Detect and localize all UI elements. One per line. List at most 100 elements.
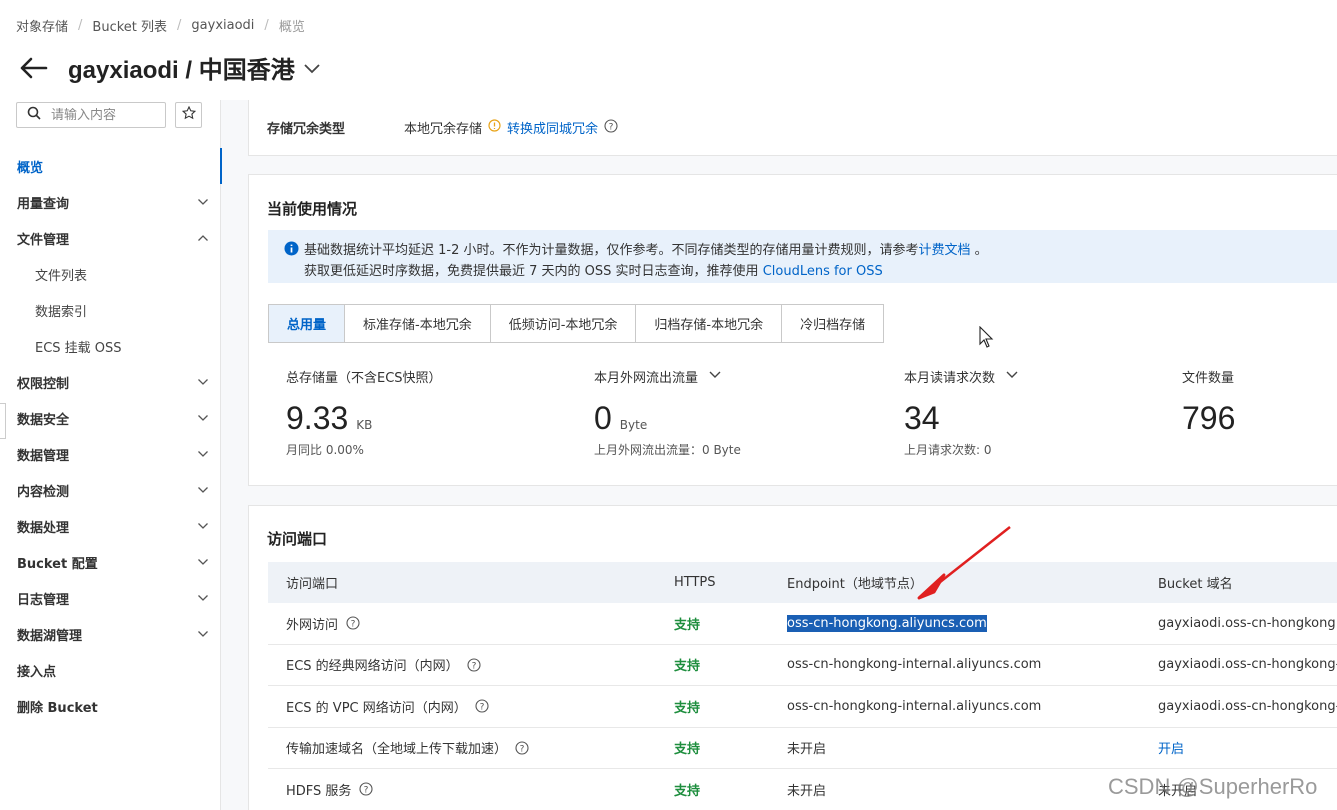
- top-bar: 对象存储 / Bucket 列表 / gayxiaodi / 概览 gayxia…: [0, 0, 1337, 100]
- sidebar-search[interactable]: [16, 102, 166, 128]
- sidebar-item[interactable]: 删除 Bucket: [0, 688, 221, 724]
- endpoint-value[interactable]: oss-cn-hongkong-internal.aliyuncs.com: [787, 657, 1041, 672]
- sidebar-item[interactable]: 用量查询: [0, 184, 221, 220]
- endpoint-value[interactable]: oss-cn-hongkong.aliyuncs.com: [787, 614, 987, 632]
- stat-sub: 月同比 0.00%: [286, 443, 364, 457]
- search-input[interactable]: [51, 107, 151, 123]
- bucket-domain-cell: gayxiaodi.oss-cn-hongkong.ali: [1158, 615, 1337, 631]
- sidebar-item[interactable]: 文件列表: [0, 256, 221, 292]
- https-support-cell: 支持: [674, 700, 701, 716]
- tab-total[interactable]: 总用量: [269, 305, 346, 342]
- endpoints-title: 访问端口: [267, 530, 328, 548]
- table-row: ECS 的 VPC 网络访问（内网）? 支持 oss-cn-hongkong-int…: [268, 686, 1337, 728]
- stat-sub: 上月请求次数: 0: [904, 443, 992, 457]
- chevron-down-icon: [197, 630, 209, 638]
- stat-value-row: 34: [904, 400, 1019, 437]
- sidebar-item-label: 接入点: [17, 664, 57, 680]
- stat-value: 34: [904, 400, 940, 436]
- breadcrumb-item-current: 概览: [278, 20, 305, 35]
- sidebar-item[interactable]: 内容检测: [0, 472, 221, 508]
- help-icon[interactable]: ?: [346, 616, 360, 630]
- svg-text:?: ?: [364, 786, 369, 796]
- endpoint-cell[interactable]: 未开启: [770, 780, 1141, 799]
- chevron-down-icon[interactable]: [303, 62, 321, 74]
- column-header: Bucket 域名: [1158, 577, 1233, 592]
- endpoint-cell[interactable]: 未开启: [770, 738, 1141, 757]
- stat-label: 总存储量（不含ECS快照）: [286, 371, 442, 386]
- https-support-cell: 支持: [674, 742, 701, 758]
- breadcrumb-item-oss[interactable]: 对象存储: [16, 16, 68, 35]
- redundancy-value-row: 本地冗余存储 转换成同城冗余 ?: [404, 118, 618, 137]
- table-row: ECS 的经典网络访问（内网）? 支持 oss-cn-hongkong-intern…: [268, 645, 1337, 686]
- chevron-down-icon: [197, 414, 209, 422]
- usage-card: 当前使用情况 基础数据统计平均延迟 1-2 小时。不作为计量数据，仅作参考。不同…: [248, 174, 1337, 486]
- sidebar-item[interactable]: ECS 挂载 OSS: [0, 328, 221, 364]
- sidebar-item[interactable]: 数据处理: [0, 508, 221, 544]
- sidebar-item[interactable]: 权限控制: [0, 364, 221, 400]
- breadcrumb-separator: /: [264, 18, 269, 33]
- tab-archive[interactable]: 归档存储-本地冗余: [636, 305, 783, 342]
- notice-text-1: 基础数据统计平均延迟 1-2 小时。不作为计量数据，仅作参考。不同存储类型的存储…: [304, 243, 919, 258]
- chevron-down-icon[interactable]: [708, 369, 722, 384]
- endpoint-cell[interactable]: oss-cn-hongkong-internal.aliyuncs.com: [770, 699, 1141, 714]
- sidebar-item-label: 内容检测: [17, 484, 70, 500]
- endpoint-value[interactable]: 未开启: [787, 742, 826, 757]
- sidebar-collapse-handle[interactable]: [0, 403, 6, 439]
- back-arrow-icon[interactable]: [18, 51, 52, 85]
- tab-ia[interactable]: 低频访问-本地冗余: [490, 305, 637, 342]
- svg-text:?: ?: [351, 620, 356, 630]
- sidebar-item[interactable]: 数据索引: [0, 292, 221, 328]
- chevron-down-icon: [197, 450, 209, 458]
- bucket-domain-cell: gayxiaodi.oss-cn-hongkong-in: [1158, 657, 1337, 673]
- help-icon[interactable]: ?: [359, 782, 373, 796]
- notice-text-2: 获取更低延迟时序数据，免费提供最近 7 天内的 OSS 实时日志查询，推荐使用: [304, 264, 759, 279]
- stat-outbound: 本月外网流出流量 0 Byte 上月外网流出流量：0 Byte: [594, 367, 741, 458]
- help-icon[interactable]: ?: [515, 741, 529, 755]
- usage-notice: 基础数据统计平均延迟 1-2 小时。不作为计量数据，仅作参考。不同存储类型的存储…: [268, 230, 1337, 283]
- sidebar-item[interactable]: 数据湖管理: [0, 616, 221, 652]
- chevron-down-icon[interactable]: [1005, 369, 1019, 384]
- notice-tail: 。: [970, 243, 988, 258]
- help-icon[interactable]: ?: [475, 699, 489, 713]
- sidebar-item[interactable]: 文件管理: [0, 220, 221, 256]
- stat-value-row: 9.33 KB: [286, 400, 442, 437]
- column-header: 访问端口: [286, 577, 339, 592]
- info-icon: [284, 241, 299, 263]
- tab-standard[interactable]: 标准存储-本地冗余: [345, 305, 491, 342]
- https-support-cell: 支持: [674, 659, 701, 675]
- help-icon[interactable]: ?: [467, 658, 481, 672]
- storage-type-tabs: 总用量 标准存储-本地冗余 低频访问-本地冗余 归档存储-本地冗余 冷归档存储: [268, 304, 885, 343]
- sidebar-item-label: 权限控制: [17, 376, 70, 392]
- bucket-domain-cell[interactable]: 开启: [1141, 738, 1337, 757]
- sidebar-item[interactable]: Bucket 配置: [0, 544, 221, 580]
- stat-label-row: 本月外网流出流量: [594, 367, 741, 386]
- sidebar-item[interactable]: 接入点: [0, 652, 221, 688]
- mouse-cursor-icon: [979, 326, 994, 348]
- endpoint-value[interactable]: oss-cn-hongkong-internal.aliyuncs.com: [787, 699, 1041, 714]
- endpoint-cell[interactable]: oss-cn-hongkong.aliyuncs.com: [770, 614, 1141, 632]
- stat-label: 本月外网流出流量: [594, 371, 699, 386]
- help-icon[interactable]: ?: [604, 118, 618, 137]
- svg-text:?: ?: [471, 661, 476, 671]
- sidebar-item[interactable]: 日志管理: [0, 580, 221, 616]
- endpoint-cell[interactable]: oss-cn-hongkong-internal.aliyuncs.com: [770, 657, 1141, 672]
- endpoint-type-cell: ECS 的 VPC 网络访问（内网）?: [268, 697, 657, 716]
- chevron-down-icon: [197, 594, 209, 602]
- sidebar-item[interactable]: 概览: [0, 148, 222, 184]
- chevron-down-icon: [197, 558, 209, 566]
- https-support-cell: 支持: [674, 617, 701, 633]
- stat-files: 文件数量 796: [1182, 367, 1235, 437]
- breadcrumb-item-bucket[interactable]: gayxiaodi: [191, 18, 254, 33]
- endpoint-value[interactable]: 未开启: [787, 784, 826, 799]
- sidebar-item[interactable]: 数据安全: [0, 400, 221, 436]
- favorite-button[interactable]: [175, 102, 202, 128]
- bucket-domain-cell: gayxiaodi.oss-cn-hongkong-in: [1158, 698, 1337, 714]
- cloudlens-link[interactable]: CloudLens for OSS: [763, 264, 883, 279]
- breadcrumb-item-bucket-list[interactable]: Bucket 列表: [92, 16, 167, 35]
- billing-doc-link[interactable]: 计费文档: [919, 243, 971, 258]
- convert-redundancy-link[interactable]: 转换成同城冗余: [507, 118, 598, 137]
- sidebar-item[interactable]: 数据管理: [0, 436, 221, 472]
- tab-cold-archive[interactable]: 冷归档存储: [782, 305, 884, 342]
- sidebar-item-label: 数据处理: [17, 520, 70, 536]
- table-row: 传输加速域名（全地域上传下载加速）? 支持 未开启 开启: [268, 728, 1337, 769]
